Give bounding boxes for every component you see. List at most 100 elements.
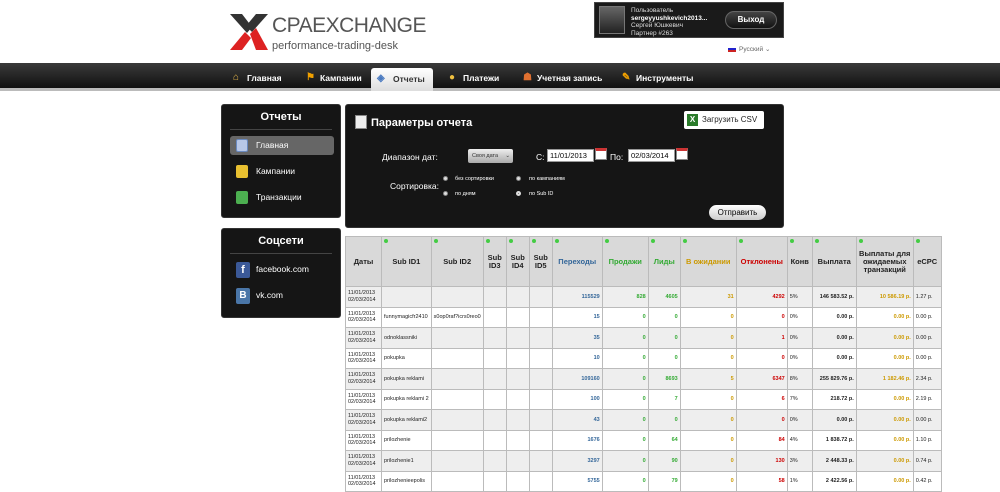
- col-subid1-label: Sub ID1: [392, 256, 421, 266]
- social-item-vk[interactable]: Bvk.com: [230, 286, 334, 305]
- reports-item-transactions[interactable]: Транзакции: [230, 188, 334, 207]
- col-subid3[interactable]: Sub ID3: [482, 236, 507, 287]
- sort-campaigns-radio[interactable]: [516, 176, 521, 181]
- cell-conv: 0%: [786, 347, 813, 369]
- cell-empty: [528, 470, 553, 492]
- cell-ecpc: 1.10 р.: [912, 429, 942, 451]
- logout-button[interactable]: Выход: [725, 11, 777, 29]
- cell-sub2: [430, 409, 484, 431]
- cell-conv: 3%: [786, 450, 813, 472]
- cell-payout: 0.00 р.: [811, 327, 857, 349]
- vk-icon: B: [236, 288, 250, 304]
- coins-icon: ●: [449, 72, 456, 83]
- col-rejected[interactable]: Отклонены: [735, 236, 788, 287]
- calendar-icon[interactable]: [595, 148, 607, 160]
- cell-date-to: 02/03/2014: [348, 460, 376, 467]
- download-csv-button[interactable]: X Загрузить CSV: [684, 111, 764, 129]
- nav-payments[interactable]: ● Платежи: [449, 69, 499, 87]
- cell-dates: 11/01/2013 02/03/2014: [345, 286, 382, 308]
- col-conv[interactable]: Конв: [786, 236, 813, 287]
- from-date-input[interactable]: 11/01/2013: [547, 149, 594, 162]
- table-row: 11/01/2013 02/03/2014 prilozhenie1 3297 0 90 0…: [345, 450, 942, 472]
- cell-pending-payout: 0.00 р.: [855, 429, 914, 451]
- brand-logo[interactable]: CPAEXCHANGE performance-trading-desk: [230, 14, 426, 56]
- cell-empty: [528, 286, 553, 308]
- col-subid2[interactable]: Sub ID2: [430, 236, 484, 287]
- cell-sales: 0: [601, 450, 649, 472]
- sort-dot-icon: [531, 239, 536, 243]
- cell-pending-payout: 1 182.46 р.: [855, 368, 914, 390]
- date-range-value: Своя дата: [472, 153, 499, 159]
- cell-ecpc: 2.34 р.: [912, 368, 942, 390]
- nav-account[interactable]: ☗ Учетная запись: [523, 69, 602, 87]
- cell-leads: 8693: [647, 368, 681, 390]
- cell-clicks: 1676: [551, 429, 603, 451]
- calendar-icon[interactable]: [676, 148, 688, 160]
- cell-pending-payout: 0.00 р.: [855, 450, 914, 472]
- nav-campaigns[interactable]: ⚑ Кампании: [306, 69, 362, 87]
- folder-icon: [236, 165, 248, 178]
- cell-ecpc: 0.42 р.: [912, 470, 942, 492]
- cell-conv: 0%: [786, 327, 813, 349]
- reports-item-campaigns[interactable]: Кампании: [230, 162, 334, 181]
- cell-empty: [482, 388, 507, 410]
- sort-subid-radio[interactable]: [516, 191, 521, 196]
- sort-dot-icon: [384, 239, 388, 243]
- cell-leads: 64: [647, 429, 681, 451]
- cell-sub1: pokupka: [381, 347, 432, 369]
- reports-icon: ◈: [377, 73, 385, 84]
- cell-sub1: pokupka reklami: [381, 368, 432, 390]
- transactions-icon: [236, 191, 248, 204]
- cell-empty: [505, 368, 530, 390]
- user-name: Сергей Юшкевич: [631, 22, 683, 29]
- cell-pending-payout: 0.00 р.: [855, 470, 914, 492]
- cell-dates: 11/01/2013 02/03/2014: [345, 347, 382, 369]
- col-pending[interactable]: В ожидании: [679, 236, 737, 287]
- col-subid4[interactable]: Sub ID4: [505, 236, 530, 287]
- cell-empty: [482, 470, 507, 492]
- user-box: Пользователь sergeyyushkevich2013... Сер…: [594, 2, 784, 38]
- reports-item-home[interactable]: Главная: [230, 136, 334, 155]
- col-subid5[interactable]: Sub ID5: [528, 236, 553, 287]
- col-subid1[interactable]: Sub ID1: [381, 236, 432, 287]
- reports-item-transactions-label: Транзакции: [256, 192, 302, 202]
- cell-date-to: 02/03/2014: [348, 296, 376, 303]
- col-ecpc[interactable]: eCPC: [912, 236, 942, 287]
- col-leads[interactable]: Лиды: [647, 236, 681, 287]
- sort-none-radio[interactable]: [443, 176, 448, 181]
- sort-dot-icon: [858, 239, 863, 243]
- brand-tagline: performance-trading-desk: [272, 40, 398, 52]
- cell-sub1: prilozhenieepolis: [381, 470, 432, 492]
- date-range-select[interactable]: Своя дата ⌄: [468, 149, 513, 163]
- nav-tools[interactable]: ✎ Инструменты: [622, 69, 693, 87]
- col-ecpc-label: eCPC: [917, 256, 938, 266]
- cell-pending: 0: [679, 388, 737, 410]
- nav-reports[interactable]: ◈ Отчеты: [371, 68, 433, 91]
- col-rejected-label: Отклонены: [740, 256, 783, 266]
- nav-home[interactable]: ⌂ Главная: [233, 69, 282, 87]
- avatar: [599, 6, 625, 34]
- cell-sub1: [381, 286, 432, 308]
- cell-empty: [505, 429, 530, 451]
- submit-button[interactable]: Отправить: [709, 205, 766, 220]
- sort-campaigns-label: по кампаниям: [529, 176, 565, 182]
- language-select[interactable]: Русский ⌄: [728, 45, 770, 53]
- col-dates[interactable]: Даты: [345, 236, 382, 287]
- sort-dot-icon: [604, 239, 609, 243]
- sort-none-label: без сортировки: [455, 176, 494, 182]
- cell-empty: [528, 368, 553, 390]
- col-sales[interactable]: Продажи: [601, 236, 649, 287]
- user-icon: ☗: [523, 72, 532, 83]
- to-date-input[interactable]: 02/03/2014: [628, 149, 675, 162]
- col-payout[interactable]: Выплата: [811, 236, 857, 287]
- sort-days-radio[interactable]: [443, 191, 448, 196]
- col-clicks[interactable]: Переходы: [551, 236, 603, 287]
- logo-mark-icon: [230, 14, 268, 50]
- col-pending-payout[interactable]: Выплаты для ожидаемых транзакций: [855, 236, 914, 287]
- cell-pending: 5: [679, 368, 737, 390]
- cell-empty: [482, 368, 507, 390]
- cell-dates: 11/01/2013 02/03/2014: [345, 368, 382, 390]
- cell-date-to: 02/03/2014: [348, 317, 376, 324]
- cell-sales: 0: [601, 347, 649, 369]
- social-item-facebook[interactable]: f facebook.com: [230, 260, 334, 279]
